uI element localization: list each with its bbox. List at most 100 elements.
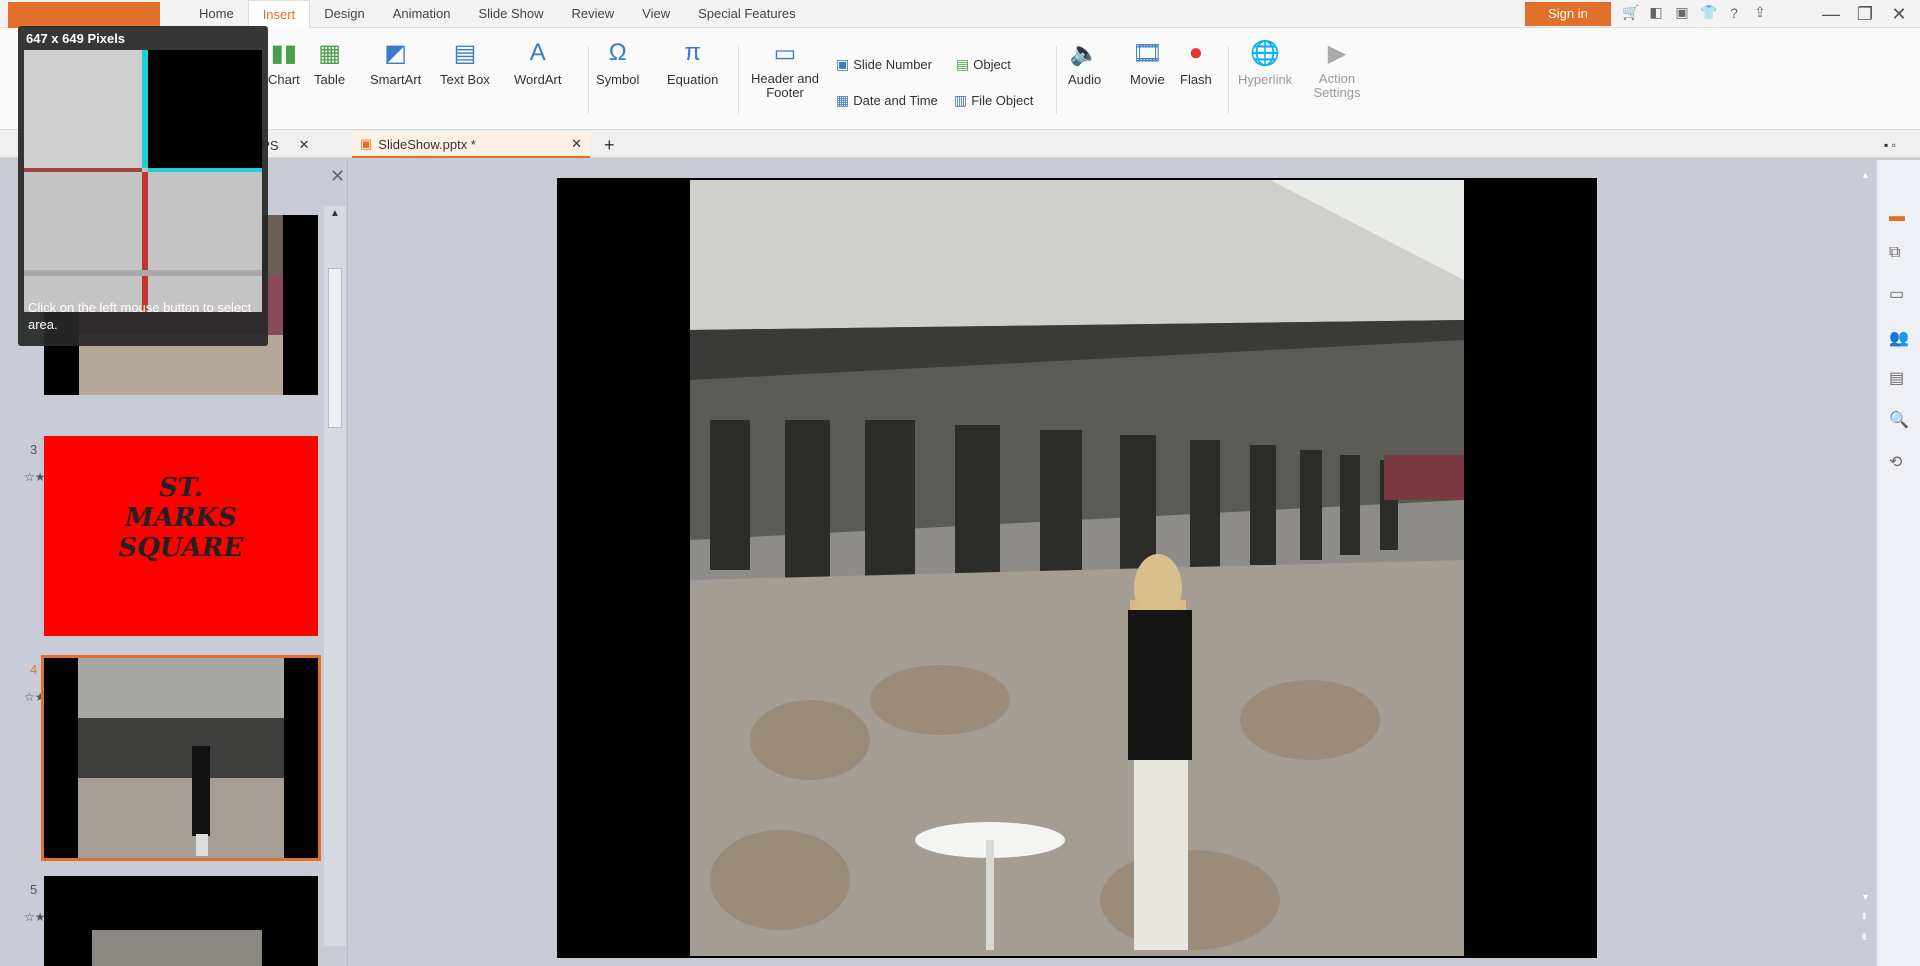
venice-arcade-photo (690, 180, 1464, 956)
hyperlink-button[interactable]: 🌐 Hyperlink (1238, 38, 1292, 88)
file-object-button[interactable]: ▥ File Object (954, 92, 1033, 109)
close-tab-icon[interactable]: ✕ (571, 136, 582, 152)
scroll-up-icon[interactable]: ▲ (1861, 170, 1870, 180)
close-pane-icon[interactable]: ✕ (330, 166, 345, 187)
presentation-file-icon: ▣ (360, 136, 373, 151)
slide-thumbnail-5[interactable] (44, 876, 318, 966)
layout-icon[interactable]: ▭ (1889, 284, 1904, 304)
play-icon: ▶ (1327, 39, 1347, 67)
flash-icon: ● (1188, 39, 1204, 66)
scrollbar-thumb[interactable] (328, 268, 342, 428)
document-icon[interactable]: ▬ (1889, 208, 1905, 226)
animation-star-icon: ☆★ (24, 470, 46, 484)
slide-number-label: 3 (30, 442, 38, 457)
ribbon-separator (738, 46, 739, 114)
header-footer-icon: ▭ (773, 39, 797, 67)
backup-icon[interactable]: ⟲ (1889, 452, 1902, 472)
menu-bar: Home Insert Design Animation Slide Show … (0, 0, 1920, 29)
tab-design[interactable]: Design (310, 0, 378, 28)
close-tab-icon[interactable]: ✕ (299, 137, 310, 153)
globe-icon: 🌐 (1250, 39, 1281, 67)
slide-thumbnail-3[interactable]: ST. MARKS SQUARE (44, 436, 318, 636)
file-object-icon: ▥ (954, 92, 968, 108)
equation-button[interactable]: π Equation (667, 38, 718, 87)
ribbon-separator (588, 46, 589, 114)
flash-button[interactable]: ● Flash (1180, 38, 1212, 87)
shapes-icon[interactable]: ⧉ (1889, 244, 1900, 262)
chart-button[interactable]: ▮▮ Chart (268, 38, 300, 88)
chart-icon: ▮▮ (270, 39, 298, 67)
insert-ribbon: ▮▮ Chart ▦ Table ◩ SmartArt ▤ Text Box A… (0, 28, 1920, 130)
slide-number-button[interactable]: ▣ Slide Number (836, 56, 932, 73)
shirt-icon[interactable]: 👕 (1700, 4, 1717, 21)
scroll-down-icon[interactable]: ▼ (1861, 892, 1870, 902)
calendar-icon: ▦ (836, 92, 850, 108)
toolbar-tray: 🛒 ◧ ▣ 👕 ? ⇪ (1622, 4, 1768, 21)
movie-button[interactable]: 🎞 Movie (1130, 38, 1165, 88)
date-time-button[interactable]: ▦ Date and Time (836, 92, 938, 109)
table-button[interactable]: ▦ Table (314, 38, 345, 88)
slide-vertical-scrollbar[interactable]: ▲ ▼ ⇞ ⇟ (1856, 160, 1876, 966)
window-controls: — ❐ ✕ (1816, 2, 1914, 26)
tab-review[interactable]: Review (558, 0, 629, 28)
document-tabs: My WPS ✕ ▣ SlideShow.pptx * ✕ + ▪ ▫ (0, 130, 1920, 158)
symbol-button[interactable]: Ω Symbol (596, 38, 639, 87)
venice-photo-thumbnail (78, 658, 284, 858)
template-icon[interactable]: ▣ (1674, 4, 1690, 21)
tab-home[interactable]: Home (185, 0, 248, 28)
scroll-up-icon[interactable]: ▲ (330, 208, 340, 219)
pi-icon: π (684, 39, 701, 66)
table-icon: ▦ (318, 39, 341, 67)
new-tab-button[interactable]: + (596, 132, 623, 158)
skin-icon[interactable]: ◧ (1648, 4, 1664, 21)
screen-capture-magnifier: 647 x 649 Pixels Click on the left mouse… (18, 26, 268, 346)
tab-view[interactable]: View (628, 0, 684, 28)
right-tool-panel: ▬ ⧉ ▭ 👥 ▤ 🔍 ⟲ (1876, 160, 1920, 966)
header-footer-button[interactable]: ▭ Header and Footer (750, 38, 820, 101)
ribbon-separator (1056, 46, 1057, 114)
app-menu-button[interactable] (8, 2, 160, 28)
square-photo-thumbnail (92, 930, 262, 966)
object-button[interactable]: ▤ Object (956, 56, 1011, 73)
film-icon: 🎞 (1132, 39, 1163, 67)
pane-toggle[interactable]: ▪ ▫ (1876, 132, 1904, 158)
photo-scene (690, 180, 1464, 956)
slide-number-label: 5 (30, 882, 38, 897)
smartart-button[interactable]: ◩ SmartArt (370, 38, 421, 88)
minimize-icon[interactable]: — (1816, 2, 1846, 26)
text-box-button[interactable]: ▤ Text Box (440, 38, 490, 88)
wordart-button[interactable]: A WordArt (514, 38, 561, 87)
upload-icon[interactable]: ⇪ (1752, 4, 1768, 21)
object-icon: ▤ (956, 56, 970, 72)
users-icon[interactable]: 👥 (1889, 328, 1909, 348)
properties-icon[interactable]: ▤ (1889, 368, 1904, 388)
animation-star-icon: ☆★ (24, 690, 46, 704)
animation-star-icon: ☆★ (24, 910, 46, 924)
slide-canvas[interactable] (557, 178, 1597, 958)
slide-number-icon: ▣ (836, 56, 850, 72)
tab-insert[interactable]: Insert (247, 0, 311, 29)
audio-button[interactable]: 🔈 Audio (1068, 38, 1101, 88)
tab-slide-show[interactable]: Slide Show (464, 0, 557, 28)
capture-instruction: Click on the left mouse button to select… (28, 300, 252, 332)
omega-icon: Ω (608, 39, 627, 66)
magnified-preview (24, 50, 262, 312)
slide-thumbnail-4[interactable] (41, 655, 321, 861)
tab-animation[interactable]: Animation (379, 0, 465, 28)
search-document-icon[interactable]: 🔍 (1889, 410, 1909, 430)
action-settings-button[interactable]: ▶ Action Settings (1310, 38, 1364, 101)
previous-slide-icon[interactable]: ⇞ (1860, 912, 1868, 923)
cart-icon[interactable]: 🛒 (1622, 4, 1639, 21)
plus-icon: + (604, 134, 615, 155)
tab-special-features[interactable]: Special Features (684, 0, 810, 28)
zoom-crosshair (24, 50, 262, 312)
restore-icon[interactable]: ❐ (1850, 2, 1880, 26)
thumbnail-scrollbar[interactable]: ▲ (324, 206, 346, 946)
tab-slideshow-file[interactable]: ▣ SlideShow.pptx * ✕ (352, 132, 590, 158)
sign-in-button[interactable]: Sign in (1525, 2, 1611, 26)
next-slide-icon[interactable]: ⇟ (1860, 932, 1868, 943)
help-icon[interactable]: ? (1726, 5, 1742, 21)
close-icon[interactable]: ✕ (1884, 2, 1914, 26)
ribbon-tabs: Home Insert Design Animation Slide Show … (185, 0, 810, 29)
slide-number-label: 4 (30, 662, 38, 677)
